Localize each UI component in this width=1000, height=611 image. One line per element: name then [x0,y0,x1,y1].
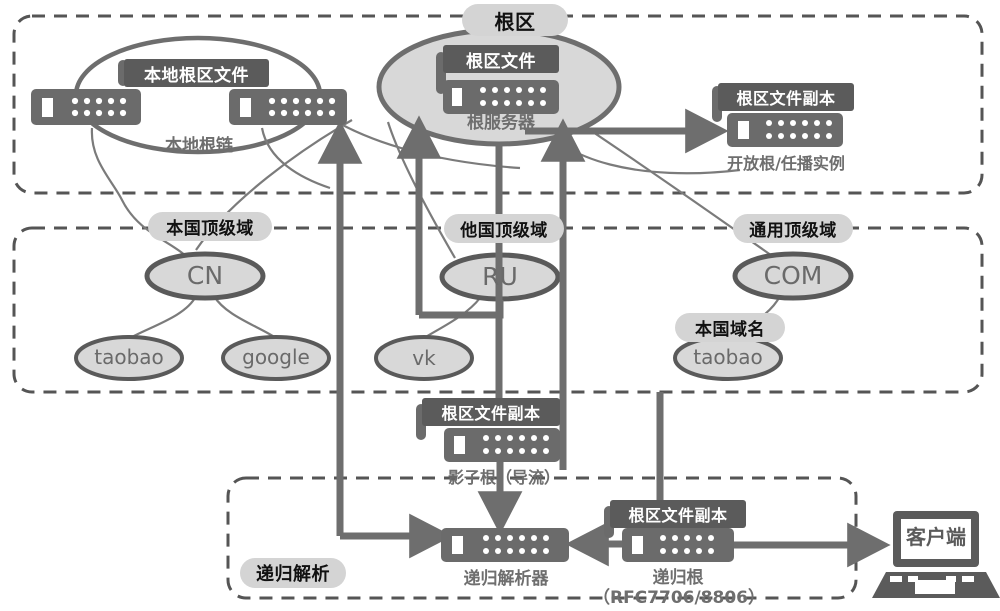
caption-recursive-resolver: 递归解析器 [443,564,569,589]
node-label-google-cn: google [226,345,326,369]
caption-open-root-anycast-label: 开放根/任播实例 [727,154,845,173]
node-label-com-text: COM [763,261,823,290]
zone-pill-generic-tld: 通用顶级域 [733,214,853,243]
banner-local-root-file-label: 本地根区文件 [144,65,249,86]
banner-open-root-copy: 根区文件副本 [718,83,854,111]
caption-recursive-root-line2-label: （RFC7706/8806） [592,588,766,608]
node-label-taobao-cn: taobao [79,345,179,369]
client-label-text: 客户端 [906,525,966,549]
device-shadow-root [444,428,560,462]
banner-shadow-root-copy-label: 根区文件副本 [441,404,541,423]
zone-pill-generic-tld-label: 通用顶级域 [749,221,837,241]
node-label-google-cn-text: google [242,345,310,369]
caption-root-server-label: 根服务器 [467,113,535,133]
caption-root-server: 根服务器 [446,108,556,133]
caption-open-root-anycast: 开放根/任播实例 [706,150,866,174]
node-label-taobao-cn-text: taobao [94,345,164,369]
banner-shadow-root-copy: 根区文件副本 [422,398,560,426]
device-open-root-anycast [727,113,843,147]
device-local-root-server-2 [229,89,347,125]
caption-local-root-chain: 本地根链 [146,131,252,156]
zone-pill-root: 根区 [462,4,568,36]
caption-recursive-resolver-label: 递归解析器 [463,569,549,589]
banner-root-zone-file-label: 根区文件 [466,51,536,72]
node-label-com: COM [743,261,843,290]
zone-pill-local-domain-label: 本国域名 [695,320,765,340]
zone-pill-foreign-tld: 他国顶级域 [444,214,564,243]
zone-pill-local-tld: 本国顶级域 [148,212,272,241]
zone-pill-root-label: 根区 [494,9,536,34]
node-label-cn-text: CN [186,261,224,290]
diagram-canvas: 根区 本国顶级域 他国顶级域 通用顶级域 本国域名 递归解析 本地根区文件 根区… [0,0,1000,611]
caption-local-root-chain-label: 本地根链 [165,136,233,156]
banner-root-zone-file: 根区文件 [443,45,559,73]
banner-open-root-copy-label: 根区文件副本 [736,89,836,108]
zone-pill-recursive-label: 递归解析 [256,564,330,585]
zone-pill-recursive: 递归解析 [240,558,346,588]
zone-pill-foreign-tld-label: 他国顶级域 [460,221,548,241]
caption-recursive-root-line2: （RFC7706/8806） [588,583,770,608]
zone-pill-local-tld-label: 本国顶级域 [166,219,254,239]
node-label-cn: CN [155,261,255,290]
node-label-ru: RU [450,262,550,291]
banner-recursive-root-copy-label: 根区文件副本 [628,506,728,525]
node-label-vk-ru-text: vk [412,346,436,370]
zone-pill-local-domain: 本国域名 [675,313,785,342]
node-label-ru-text: RU [482,262,518,291]
device-local-root-server-1 [31,89,141,125]
banner-local-root-file: 本地根区文件 [124,59,269,87]
client-label: 客户端 [893,521,979,550]
banner-recursive-root-copy: 根区文件副本 [610,500,746,528]
caption-shadow-root-label: 影子根（导流） [447,468,560,487]
device-recursive-resolver [441,528,569,562]
device-recursive-root [622,528,734,562]
node-label-vk-ru: vk [374,346,474,370]
caption-shadow-root: 影子根（导流） [424,464,584,488]
node-label-taobao-com: taobao [678,345,778,369]
node-label-taobao-com-text: taobao [693,345,763,369]
